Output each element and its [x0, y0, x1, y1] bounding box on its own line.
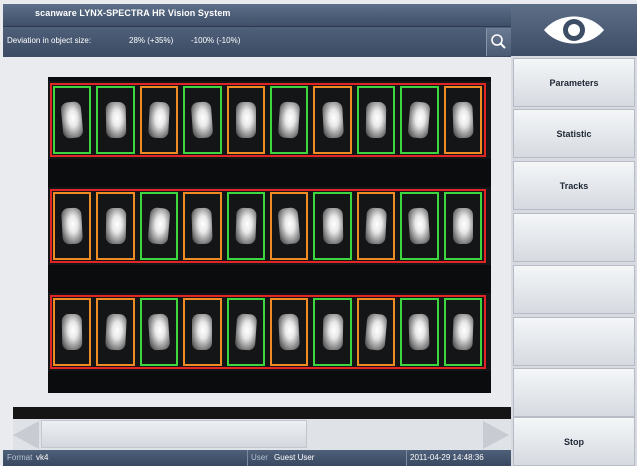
- ok-bounding-box: [96, 86, 135, 154]
- inspected-object[interactable]: [183, 86, 222, 154]
- ok-bounding-box: [400, 192, 439, 260]
- ok-bounding-box: [313, 192, 352, 260]
- ok-bounding-box: [226, 298, 265, 366]
- app-title: scanware LYNX-SPECTRA HR Vision System: [35, 8, 231, 18]
- parameters-label: Parameters: [549, 77, 599, 88]
- warning-bounding-box: [226, 86, 265, 154]
- inspected-object[interactable]: [53, 86, 92, 154]
- ok-bounding-box: [53, 86, 92, 154]
- ok-bounding-box: [400, 86, 439, 154]
- status-divider: [247, 450, 248, 466]
- warning-bounding-box: [443, 86, 482, 154]
- inspected-object[interactable]: [313, 86, 352, 154]
- user-value: Guest User: [274, 453, 315, 462]
- inspected-object[interactable]: [96, 86, 135, 154]
- ok-bounding-box: [139, 298, 179, 366]
- logo: [511, 4, 637, 56]
- warning-bounding-box: [356, 192, 396, 260]
- inspected-object[interactable]: [53, 298, 92, 366]
- inspected-object[interactable]: [313, 192, 352, 260]
- ok-bounding-box: [270, 86, 309, 154]
- inspected-object[interactable]: [183, 192, 222, 260]
- ok-bounding-box: [400, 298, 439, 366]
- warning-bounding-box: [96, 192, 135, 260]
- viewer-bottom-strip: [13, 407, 511, 419]
- parameters-button[interactable]: Parameters: [513, 58, 635, 107]
- warning-bounding-box: [96, 298, 135, 366]
- inspected-object[interactable]: [443, 298, 482, 366]
- inspected-object[interactable]: [226, 298, 265, 366]
- warning-bounding-box: [270, 192, 309, 260]
- inspected-object[interactable]: [139, 86, 179, 154]
- scroll-left-arrow-icon[interactable]: [13, 421, 39, 449]
- deviation-value-2: -100% (-10%): [191, 36, 241, 45]
- status-bar: Format vk4 User Guest User 2011-04-29 14…: [3, 450, 511, 466]
- warning-bounding-box: [313, 86, 352, 154]
- deviation-label: Deviation in object size:: [7, 36, 92, 45]
- inspected-object[interactable]: [183, 298, 222, 366]
- inspected-object[interactable]: [226, 192, 265, 260]
- inspected-object[interactable]: [356, 298, 396, 366]
- warning-bounding-box: [53, 192, 92, 260]
- warning-bounding-box: [270, 298, 309, 366]
- title-bar: scanware LYNX-SPECTRA HR Vision System: [3, 4, 511, 27]
- tracks-label: Tracks: [559, 180, 589, 191]
- inspected-object[interactable]: [356, 192, 396, 260]
- ok-bounding-box: [226, 192, 265, 260]
- search-icon: [491, 34, 506, 49]
- ok-bounding-box: [443, 298, 482, 366]
- scroll-thumb[interactable]: [41, 420, 307, 448]
- scroll-right-arrow-icon[interactable]: [483, 421, 509, 449]
- inspection-viewer: [3, 57, 511, 407]
- ok-bounding-box: [356, 86, 396, 154]
- statistic-button[interactable]: Statistic: [513, 109, 635, 158]
- inspected-object[interactable]: [53, 192, 92, 260]
- eye-icon: [544, 16, 604, 44]
- user-label: User: [251, 453, 268, 462]
- inspected-object[interactable]: [443, 86, 482, 154]
- inspected-object[interactable]: [226, 86, 265, 154]
- inspected-object[interactable]: [270, 298, 309, 366]
- inspected-object[interactable]: [270, 192, 309, 260]
- empty-button-3[interactable]: [513, 317, 635, 366]
- warning-bounding-box: [183, 298, 222, 366]
- horizontal-scrollbar[interactable]: [13, 419, 511, 450]
- warning-bounding-box: [53, 298, 92, 366]
- ok-bounding-box: [313, 298, 352, 366]
- inspected-object[interactable]: [96, 298, 135, 366]
- side-panel: Parameters Statistic Tracks Stop: [511, 4, 637, 466]
- format-value: vk4: [36, 453, 49, 462]
- stop-label: Stop: [564, 436, 584, 447]
- statistic-label: Statistic: [556, 128, 592, 139]
- inspected-object[interactable]: [96, 192, 135, 260]
- ok-bounding-box: [183, 86, 222, 154]
- empty-button-4[interactable]: [513, 368, 635, 417]
- tracks-button[interactable]: Tracks: [513, 161, 635, 210]
- timestamp: 2011-04-29 14:48:36: [410, 453, 484, 462]
- inspected-object[interactable]: [400, 86, 439, 154]
- inspected-object[interactable]: [313, 298, 352, 366]
- inspected-object[interactable]: [443, 192, 482, 260]
- empty-button-2[interactable]: [513, 265, 635, 314]
- status-divider: [406, 450, 407, 466]
- inspected-object[interactable]: [270, 86, 309, 154]
- warning-bounding-box: [356, 298, 396, 366]
- inspected-object[interactable]: [356, 86, 396, 154]
- format-label: Format: [7, 453, 33, 462]
- deviation-value-1: 28% (+35%): [129, 36, 174, 45]
- info-bar: Deviation in object size: 28% (+35%) -10…: [3, 27, 511, 57]
- inspected-object[interactable]: [400, 192, 439, 260]
- warning-bounding-box: [183, 192, 222, 260]
- camera-image[interactable]: [48, 77, 491, 393]
- ok-bounding-box: [139, 192, 179, 260]
- inspected-object[interactable]: [139, 192, 179, 260]
- stop-button[interactable]: Stop: [513, 417, 635, 466]
- ok-bounding-box: [443, 192, 482, 260]
- app-window: scanware LYNX-SPECTRA HR Vision System D…: [0, 0, 637, 466]
- search-button[interactable]: [486, 28, 511, 56]
- empty-button-1[interactable]: [513, 213, 635, 262]
- inspected-object[interactable]: [139, 298, 179, 366]
- inspected-object[interactable]: [400, 298, 439, 366]
- warning-bounding-box: [139, 86, 179, 154]
